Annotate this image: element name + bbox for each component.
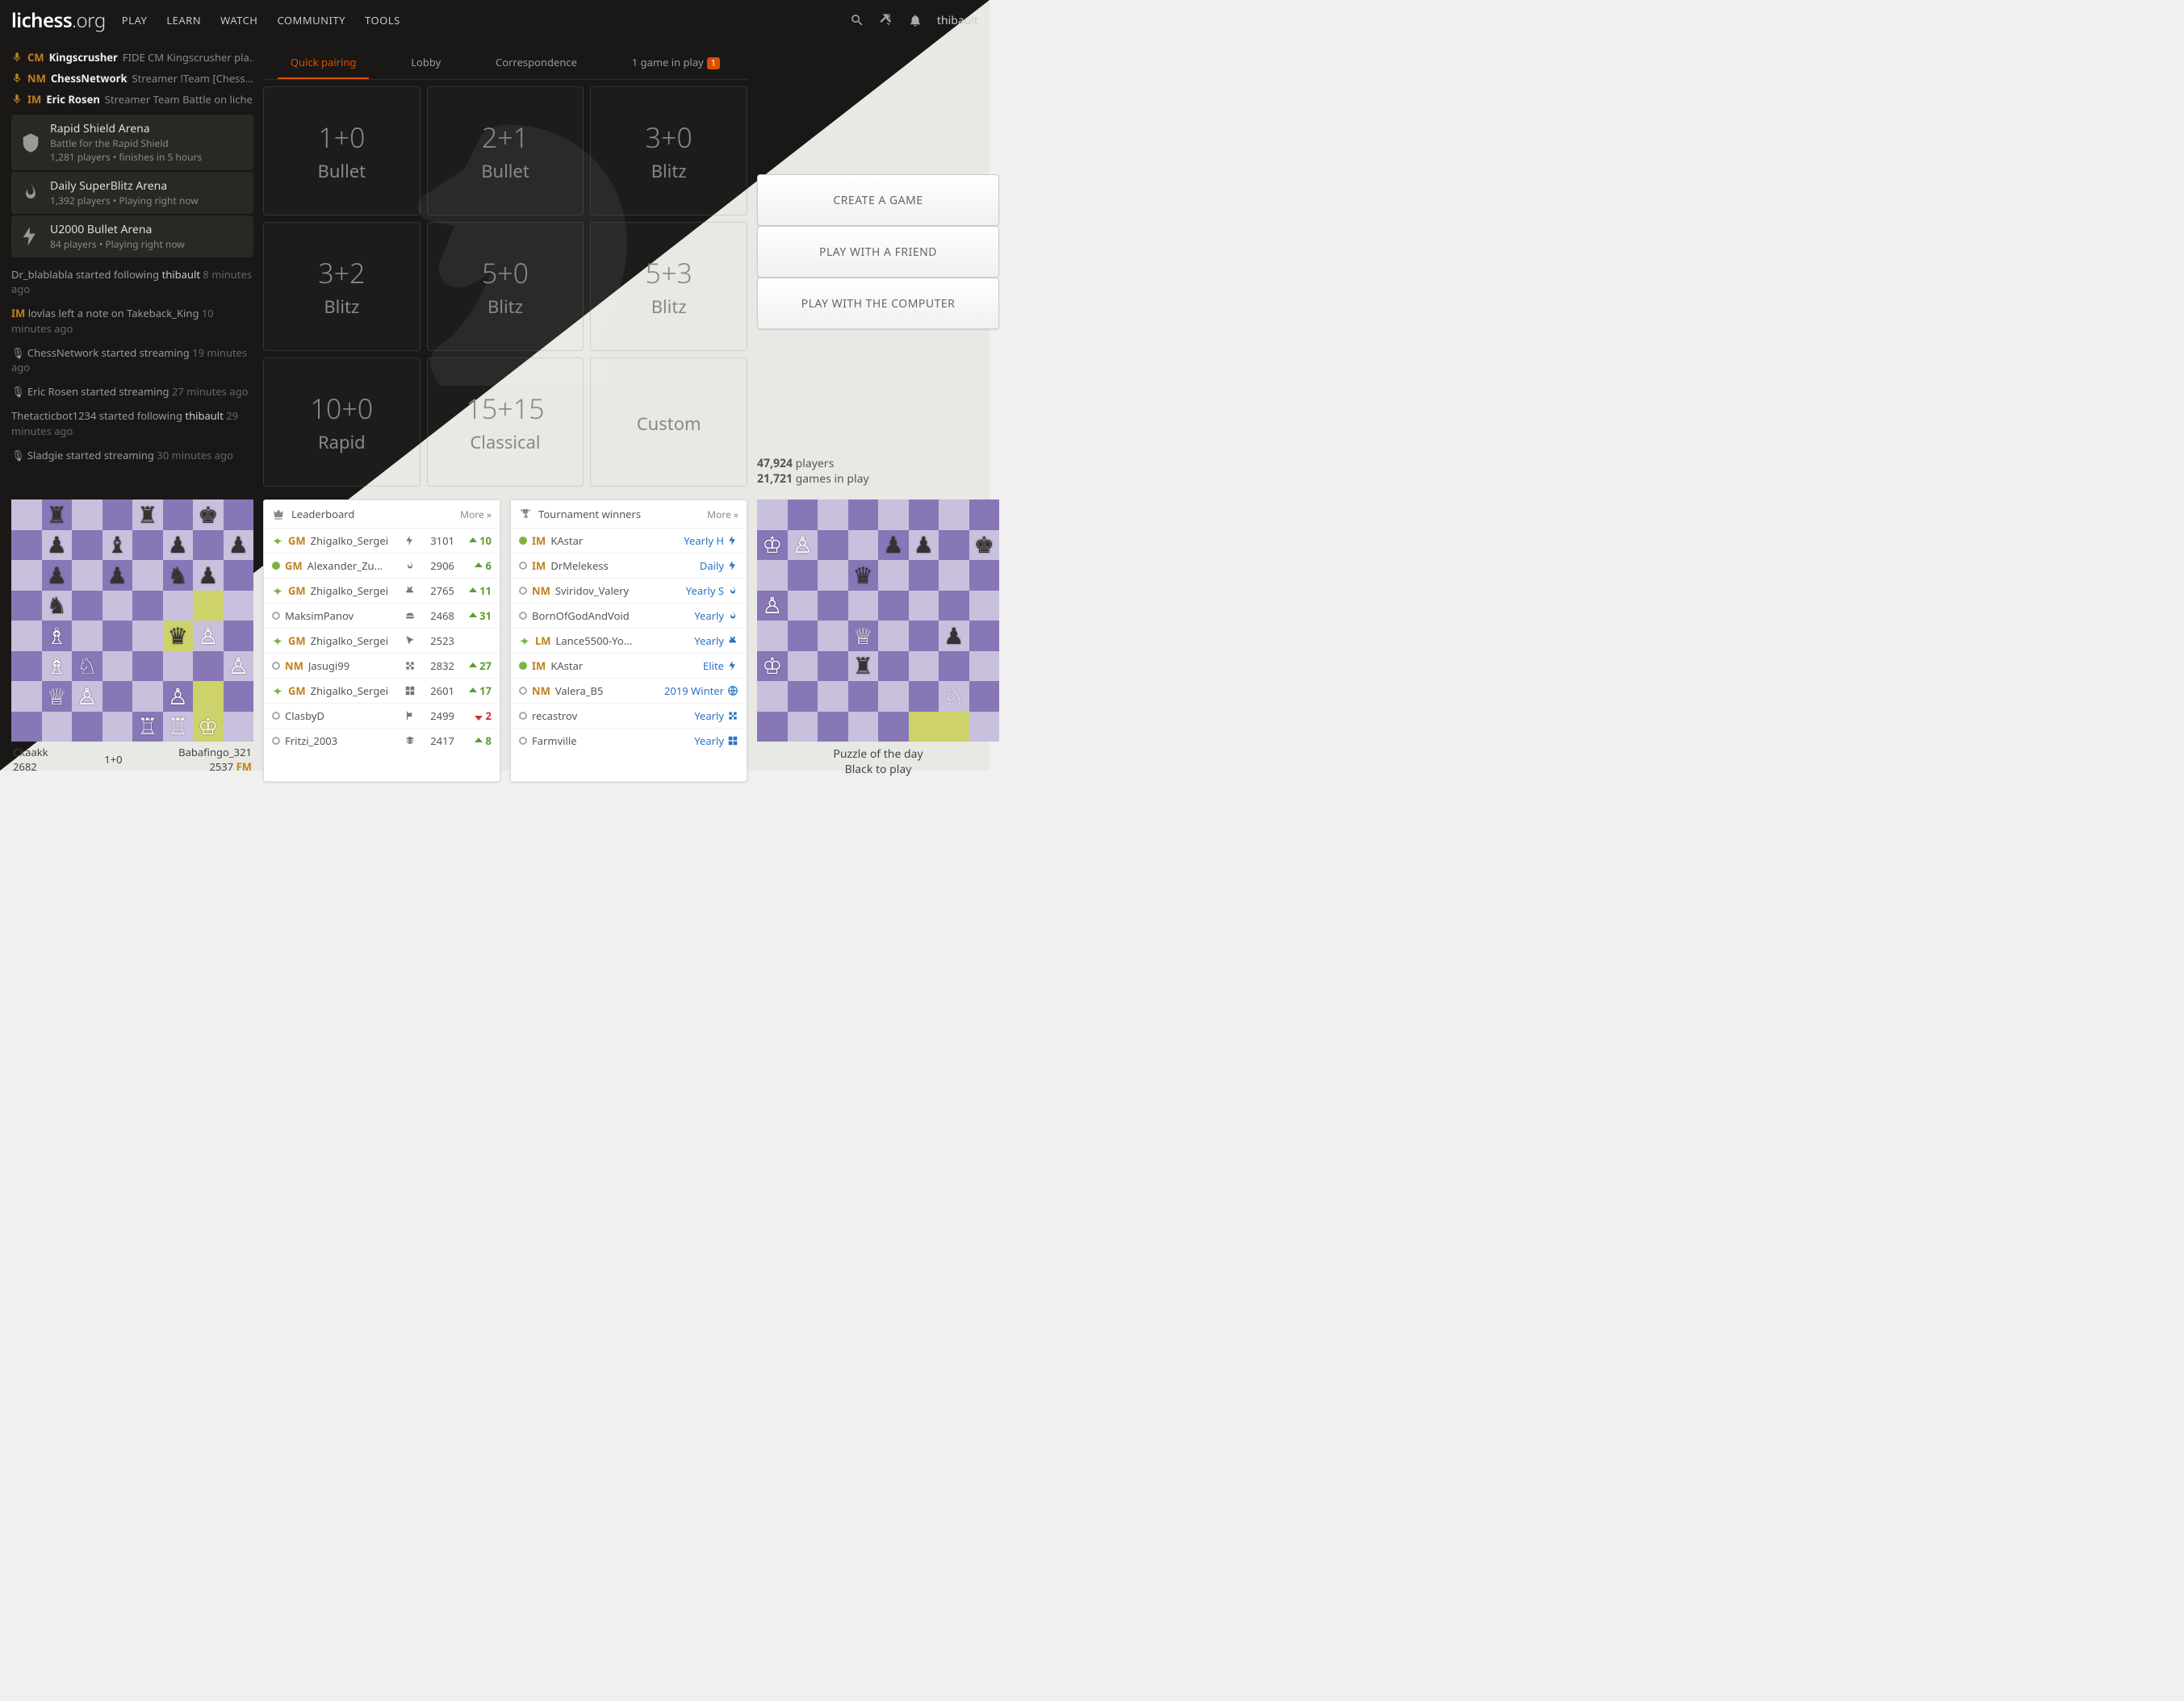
leaderboard-row[interactable]: Fritzi_20032417 8 [264,729,500,753]
feed-item[interactable]: Dr_blablabla started following thibault … [11,262,253,301]
leaderboard-row[interactable]: NMJasugi992832 27 [264,654,500,679]
tv-game[interactable]: ♜♜♚♟♝♟♟♟♟♞♟♞♗♛♙♗♘♙♕♙♙♖♖♔ Ckaakk2682 1+0 … [11,499,253,782]
pairing-cell[interactable]: 5+0Blitz [427,222,584,351]
leaderboard-row[interactable]: GMZhigalko_Sergei2601 17 [264,679,500,704]
winner-row[interactable]: BornOfGodAndVoidYearly [511,604,747,629]
leaderboard-row[interactable]: GMAlexander_Zu...2906 6 [264,554,500,579]
pairing-cell[interactable]: 1+0Bullet [263,86,420,215]
feed-item[interactable]: 🎙 Eric Rosen started streaming 27 minute… [11,379,253,403]
tab-quick-pairing[interactable]: Quick pairing [278,47,370,79]
swords-icon[interactable] [879,13,893,27]
center-column: Quick pairing Lobby Correspondence 1 game i… [263,47,747,487]
nav-learn[interactable]: LEARN [166,13,201,27]
winners-panel: Tournament winnersMore » IMKAstarYearly … [510,499,747,782]
winner-row[interactable]: IMKAstarYearly H [511,529,747,554]
big-button[interactable]: CREATE A GAME [757,174,999,226]
bell-off-icon[interactable] [908,13,923,27]
winner-row[interactable]: NMValera_B52019 Winter [511,679,747,704]
nav-community[interactable]: COMMUNITY [277,13,345,27]
pairing-cell[interactable]: 3+0Blitz [590,86,747,215]
username[interactable]: thibault [937,13,978,28]
winners-more[interactable]: More » [707,508,738,521]
winner-row[interactable]: IMKAstarElite [511,654,747,679]
left-sidebar: CM Kingscrusher FIDE CM Kingscrusher pla… [11,47,253,487]
leaderboard-row[interactable]: ClasbyD2499 2 [264,704,500,729]
big-button[interactable]: PLAY WITH THE COMPUTER [757,278,999,329]
pairing-cell[interactable]: Custom [590,357,747,487]
leaderboard-row[interactable]: GMZhigalko_Sergei2523 [264,629,500,654]
pairing-cell[interactable]: 5+3Blitz [590,222,747,351]
pairing-cell[interactable]: 2+1Bullet [427,86,584,215]
leaderboard-row[interactable]: MaksimPanov2468 31 [264,604,500,629]
feed-item[interactable]: Thetacticbot1234 started following thiba… [11,403,253,442]
right-sidebar: CREATE A GAMEPLAY WITH A FRIENDPLAY WITH… [757,47,999,487]
winner-row[interactable]: LMLance5500-Yo...Yearly [511,629,747,654]
logo[interactable]: lichess.org [11,7,106,34]
stream-item[interactable]: NM ChessNetwork Streamer !Team [Chess... [11,68,253,89]
big-button[interactable]: PLAY WITH A FRIEND [757,226,999,278]
winner-row[interactable]: NMSviridov_ValeryYearly S [511,579,747,604]
feed-item[interactable]: IM lovlas left a note on Takeback_King 1… [11,301,253,340]
main-nav: PLAY LEARN WATCH COMMUNITY TOOLS [122,13,400,27]
leaderboard-row[interactable]: GMZhigalko_Sergei3101 10 [264,529,500,554]
nav-watch[interactable]: WATCH [220,13,257,27]
arena-item[interactable]: U2000 Bullet Arena84 players • Playing r… [11,215,253,257]
tab-lobby[interactable]: Lobby [398,47,454,79]
daily-puzzle[interactable]: ♔♙♟♟♚♛♙♕♟♔♜♘ Puzzle of the dayBlack to p… [757,499,999,782]
winner-row[interactable]: IMDrMelekessDaily [511,554,747,579]
search-icon[interactable] [850,13,864,27]
pairing-cell[interactable]: 3+2Blitz [263,222,420,351]
winner-row[interactable]: FarmvilleYearly [511,729,747,753]
leaderboard-panel: LeaderboardMore » GMZhigalko_Sergei3101 … [263,499,500,782]
trophy-icon [519,508,532,520]
leaderboard-row[interactable]: GMZhigalko_Sergei2765 11 [264,579,500,604]
tab-correspondence[interactable]: Correspondence [483,47,590,79]
stream-item[interactable]: IM Eric Rosen Streamer Team Battle on li… [11,89,253,110]
quick-pairing-grid: 1+0Bullet2+1Bullet3+0Blitz 3+2Blitz5+0Bli… [263,86,747,487]
nav-tools[interactable]: TOOLS [365,13,400,27]
leaderboard-more[interactable]: More » [460,508,492,521]
arena-item[interactable]: Daily SuperBlitz Arena1,392 players • Pl… [11,172,253,214]
pairing-cell[interactable]: 10+0Rapid [263,357,420,487]
lobby-tabs: Quick pairing Lobby Correspondence 1 game i… [263,47,747,80]
feed-item[interactable]: 🎙 Sladgie started streaming 30 minutes a… [11,443,253,467]
site-stats: 47,924 players 21,721 games in play [757,456,999,487]
nav-play[interactable]: PLAY [122,13,148,27]
arena-item[interactable]: Rapid Shield ArenaBattle for the Rapid S… [11,115,253,170]
stream-item[interactable]: CM Kingscrusher FIDE CM Kingscrusher pla… [11,47,253,68]
winner-row[interactable]: recastrovYearly [511,704,747,729]
topbar: lichess.org PLAY LEARN WATCH COMMUNITY TOOLS… [0,0,989,40]
pairing-cell[interactable]: 15+15Classical [427,357,584,487]
feed-item[interactable]: 🎙 ChessNetwork started streaming 19 minu… [11,341,253,379]
tab-inplay[interactable]: 1 game in play1 [619,47,733,79]
crown-icon [272,508,285,520]
